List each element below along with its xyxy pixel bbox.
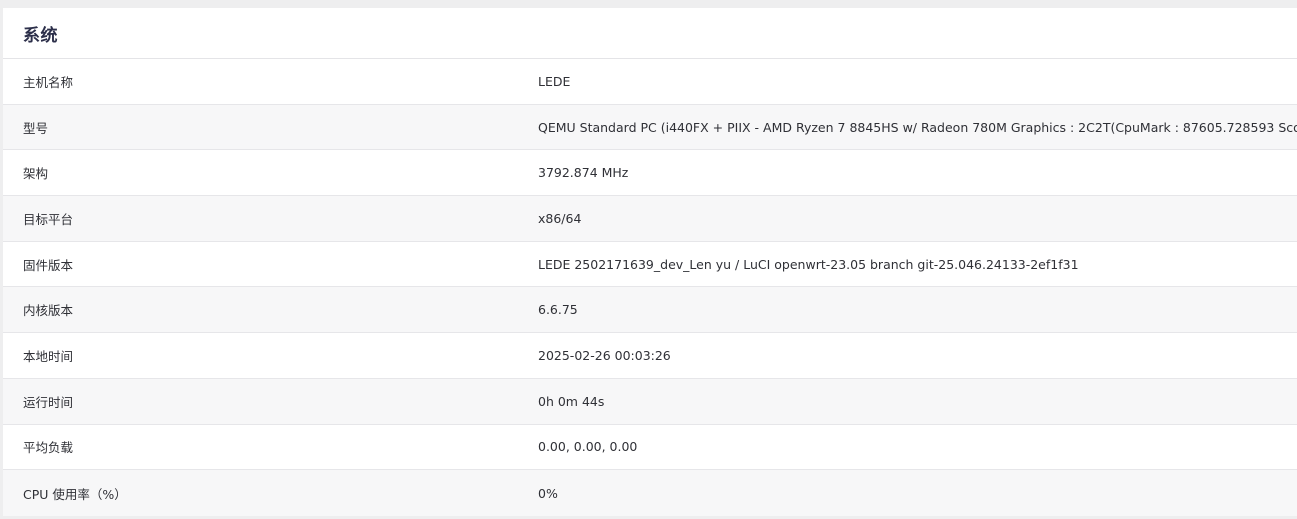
row-value: LEDE 2502171639_dev_Len yu / LuCI openwr…	[538, 256, 1079, 272]
row-label: 本地时间	[23, 348, 74, 364]
table-row-kernel-version: 内核版本 6.6.75	[3, 287, 1297, 334]
row-label: 固件版本	[23, 257, 74, 273]
row-value: 0%	[538, 485, 558, 501]
table-row-model: 型号 QEMU Standard PC (i440FX + PIIX - AMD…	[3, 104, 1297, 151]
system-panel: 系统 主机名称 LEDE 型号 QEMU Standard PC (i440FX…	[3, 8, 1297, 516]
row-value: 6.6.75	[538, 302, 578, 318]
row-value: 0h 0m 44s	[538, 393, 605, 409]
row-value: 0.00, 0.00, 0.00	[538, 439, 638, 455]
table-row-firmware-version: 固件版本 LEDE 2502171639_dev_Len yu / LuCI o…	[3, 241, 1297, 288]
system-info-table: 主机名称 LEDE 型号 QEMU Standard PC (i440FX + …	[3, 59, 1297, 516]
table-row-local-time: 本地时间 2025-02-26 00:03:26	[3, 333, 1297, 379]
panel-header: 系统	[3, 8, 1297, 59]
row-label: 平均负载	[23, 440, 74, 456]
row-value: 2025-02-26 00:03:26	[538, 347, 671, 363]
row-label: 运行时间	[23, 394, 74, 410]
table-row-uptime: 运行时间 0h 0m 44s	[3, 378, 1297, 425]
row-label: CPU 使用率（%）	[23, 486, 127, 502]
row-value: 3792.874 MHz	[538, 165, 629, 181]
table-row-load-average: 平均负载 0.00, 0.00, 0.00	[3, 424, 1297, 471]
row-label: 架构	[23, 166, 49, 182]
table-row-target-platform: 目标平台 x86/64	[3, 196, 1297, 242]
row-label: 内核版本	[23, 303, 74, 319]
table-row-hostname: 主机名称 LEDE	[3, 59, 1297, 105]
panel-title: 系统	[23, 25, 58, 46]
row-value: QEMU Standard PC (i440FX + PIIX - AMD Ry…	[538, 119, 1297, 135]
row-label: 主机名称	[23, 74, 74, 90]
table-row-cpu-usage: CPU 使用率（%） 0%	[3, 470, 1297, 516]
row-label: 目标平台	[23, 211, 74, 227]
row-value: LEDE	[538, 73, 571, 89]
row-value: x86/64	[538, 210, 582, 226]
row-label: 型号	[23, 120, 49, 136]
table-row-architecture: 架构 3792.874 MHz	[3, 150, 1297, 197]
